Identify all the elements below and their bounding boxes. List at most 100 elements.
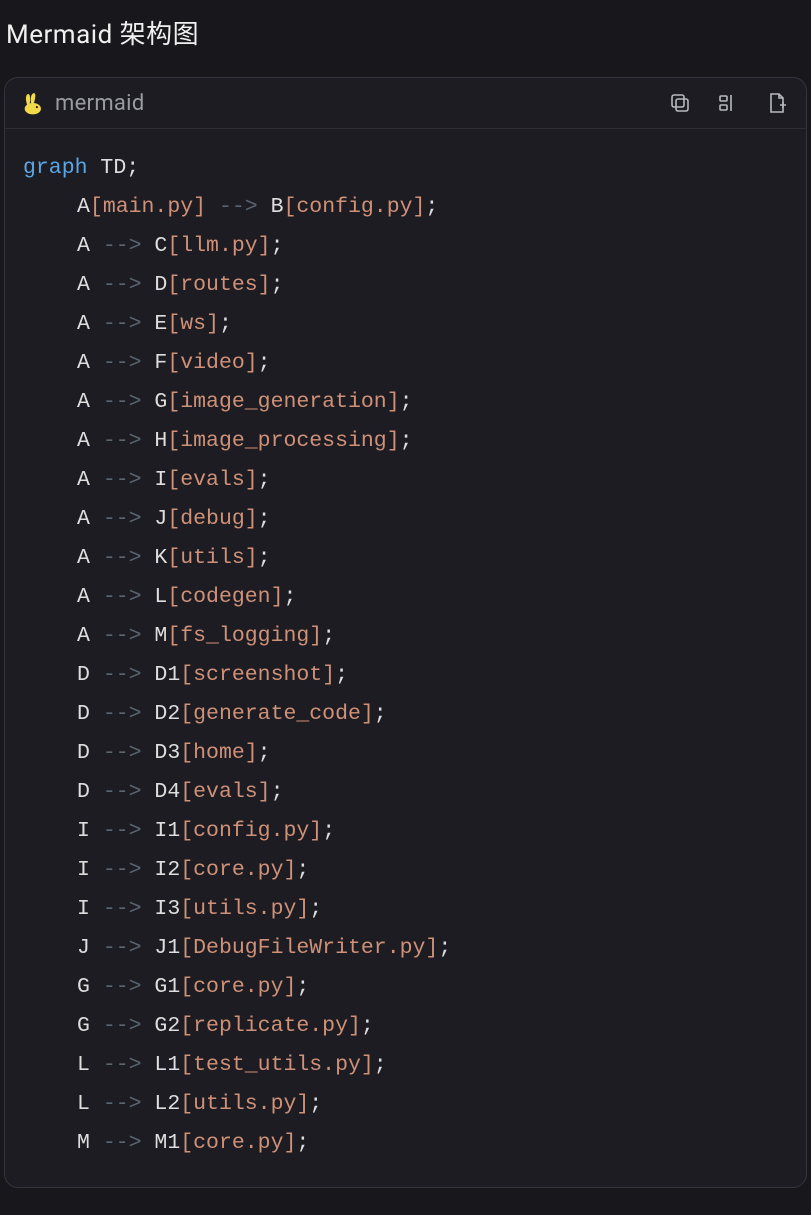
token-plain: ; [322,624,335,648]
code-line: A --> I[evals]; [23,461,788,500]
token-br: [ [283,195,296,219]
code-panel: mermaid graph TD;A[main.py] --> B[config… [4,77,807,1188]
token-str: routes [180,273,257,297]
code-line: D --> D3[home]; [23,734,788,773]
token-plain: G [77,1014,103,1038]
token-plain: ; [438,936,451,960]
token-plain: I3 [142,897,181,921]
token-plain: ; [296,858,309,882]
token-arrow: --> [103,1092,142,1116]
code-line: A --> E[ws]; [23,305,788,344]
token-plain: A [77,273,103,297]
copy-icon[interactable] [668,91,692,115]
token-str: fs_logging [180,624,309,648]
token-br: [ [167,312,180,336]
token-arrow: --> [103,624,142,648]
new-file-icon[interactable] [764,91,788,115]
token-br: [ [180,975,193,999]
code-body[interactable]: graph TD;A[main.py] --> B[config.py];A -… [5,129,806,1187]
token-plain: L1 [142,1053,181,1077]
code-line: A --> G[image_generation]; [23,383,788,422]
token-str: codegen [180,585,270,609]
token-arrow: --> [103,390,142,414]
code-line: A --> D[routes]; [23,266,788,305]
align-icon[interactable] [716,91,740,115]
token-plain: M [142,624,168,648]
token-plain: A [77,546,103,570]
page-title: Mermaid 架构图 [0,0,811,69]
token-br: ] [348,1014,361,1038]
token-plain: L [77,1053,103,1077]
token-plain: J [142,507,168,531]
language-label: mermaid [55,91,145,116]
token-br: [ [180,780,193,804]
code-line: L --> L1[test_utils.py]; [23,1046,788,1085]
token-br: ] [283,975,296,999]
token-plain: ; [219,312,232,336]
token-str: main.py [103,195,193,219]
code-line: D --> D2[generate_code]; [23,695,788,734]
code-line: I --> I3[utils.py]; [23,890,788,929]
token-br: ] [245,546,258,570]
code-line: D --> D1[screenshot]; [23,656,788,695]
token-plain: I [77,897,103,921]
token-arrow: --> [103,975,142,999]
token-plain: I2 [142,858,181,882]
token-br: [ [167,585,180,609]
token-arrow: --> [103,780,142,804]
token-plain: ; [258,546,271,570]
token-br: ] [245,468,258,492]
token-br: ] [361,702,374,726]
token-plain: A [77,624,103,648]
code-line: A --> H[image_processing]; [23,422,788,461]
token-br: [ [167,351,180,375]
token-br: ] [309,819,322,843]
code-panel-header: mermaid [5,78,806,129]
token-br: [ [167,234,180,258]
token-plain: ; [361,1014,374,1038]
header-actions [668,91,788,115]
token-plain: K [142,546,168,570]
token-br: ] [193,195,206,219]
token-plain: J [77,936,103,960]
token-plain: D1 [142,663,181,687]
token-plain: ; [322,819,335,843]
token-br: [ [167,468,180,492]
token-plain: I1 [142,819,181,843]
token-str: image_processing [180,429,386,453]
token-arrow: --> [103,1053,142,1077]
token-plain: D [77,741,103,765]
token-str: DebugFileWriter.py [193,936,425,960]
token-str: llm.py [180,234,257,258]
token-plain: D4 [142,780,181,804]
token-br: ] [425,936,438,960]
token-br: [ [180,1014,193,1038]
code-line: I --> I2[core.py]; [23,851,788,890]
token-space [206,195,219,219]
token-plain: C [142,234,168,258]
token-br: [ [180,897,193,921]
token-br: ] [283,858,296,882]
header-left: mermaid [19,90,145,116]
token-plain: G [142,390,168,414]
token-arrow: --> [103,936,142,960]
token-arrow: --> [103,312,142,336]
token-plain: ; [335,663,348,687]
token-br: [ [167,273,180,297]
code-line: I --> I1[config.py]; [23,812,788,851]
token-plain: D3 [142,741,181,765]
token-plain: L2 [142,1092,181,1116]
token-plain: A [77,585,103,609]
token-keyword: graph [23,156,88,180]
token-plain: D [142,273,168,297]
code-line: A --> F[video]; [23,344,788,383]
token-str: utils.py [193,1092,296,1116]
token-plain: D2 [142,702,181,726]
token-plain: J1 [142,936,181,960]
token-br: [ [167,546,180,570]
token-br: ] [322,663,335,687]
token-plain: ; [258,507,271,531]
token-arrow: --> [103,741,142,765]
token-arrow: --> [103,702,142,726]
token-str: utils.py [193,897,296,921]
